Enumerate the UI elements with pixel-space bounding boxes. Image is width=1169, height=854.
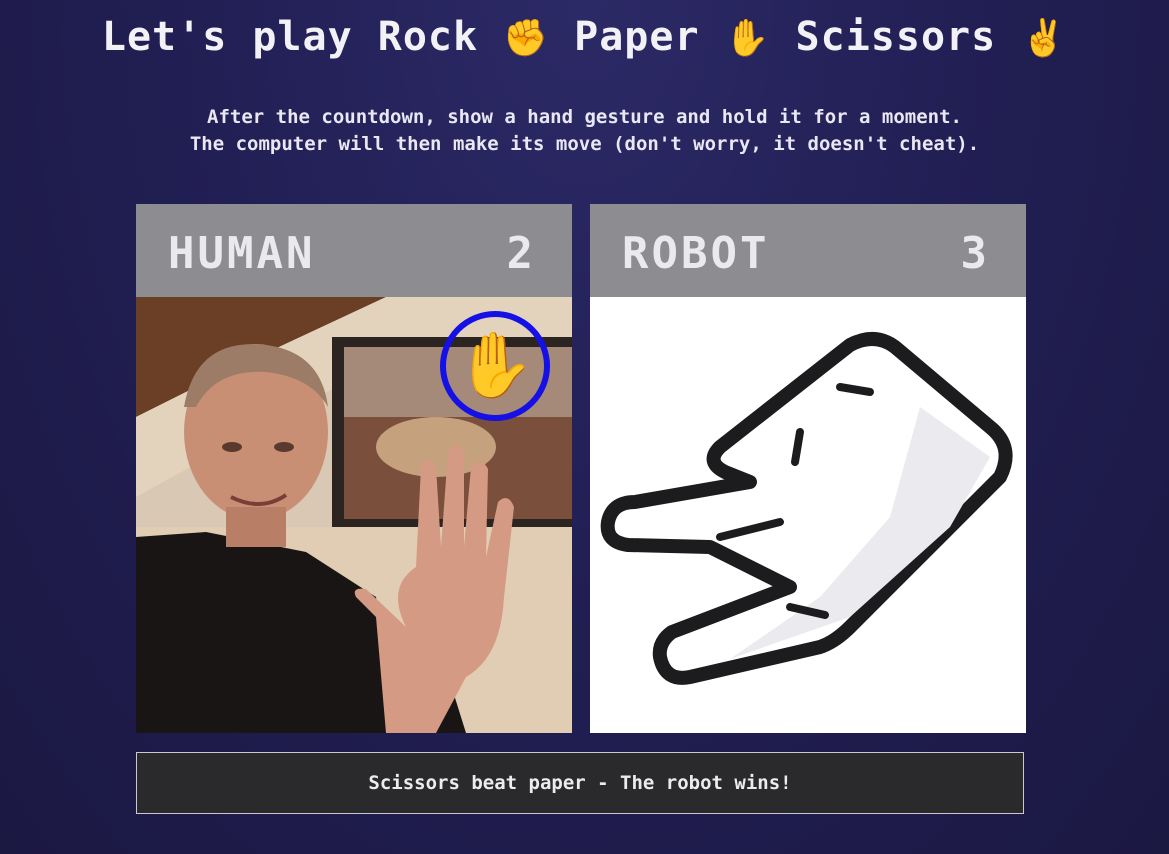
human-panel-header: HUMAN 2 <box>136 204 572 297</box>
title-paper-word: Paper <box>574 14 700 60</box>
human-label: HUMAN <box>168 228 316 279</box>
instructions: After the countdown, show a hand gesture… <box>0 104 1169 158</box>
robot-score: 3 <box>960 228 990 279</box>
instructions-line-1: After the countdown, show a hand gesture… <box>207 106 962 128</box>
detected-gesture-indicator: ✋ <box>440 311 550 421</box>
robot-move-display <box>590 297 1026 733</box>
title-scissors-word: Scissors <box>795 14 997 60</box>
human-panel: HUMAN 2 ✋ <box>136 204 572 733</box>
webcam-feed: ✋ <box>136 297 572 733</box>
title-prefix: Let's play Rock <box>101 14 479 60</box>
result-message-bar: Scissors beat paper - The robot wins! <box>136 752 1024 814</box>
robot-panel: ROBOT 3 <box>590 204 1026 733</box>
robot-panel-header: ROBOT 3 <box>590 204 1026 297</box>
rock-emoji-icon: ✊ <box>503 18 550 59</box>
paper-emoji-icon: ✋ <box>724 18 771 59</box>
human-score: 2 <box>506 228 536 279</box>
page-title: Let's play Rock ✊ Paper ✋ Scissors ✌️ <box>0 14 1169 60</box>
result-message: Scissors beat paper - The robot wins! <box>368 772 792 794</box>
scissors-emoji-icon: ✌️ <box>1021 18 1068 59</box>
detected-paper-hand-icon: ✋ <box>455 329 535 403</box>
instructions-line-2: The computer will then make its move (do… <box>189 133 980 155</box>
scissors-hand-icon <box>600 332 1013 685</box>
robot-label: ROBOT <box>622 228 770 279</box>
